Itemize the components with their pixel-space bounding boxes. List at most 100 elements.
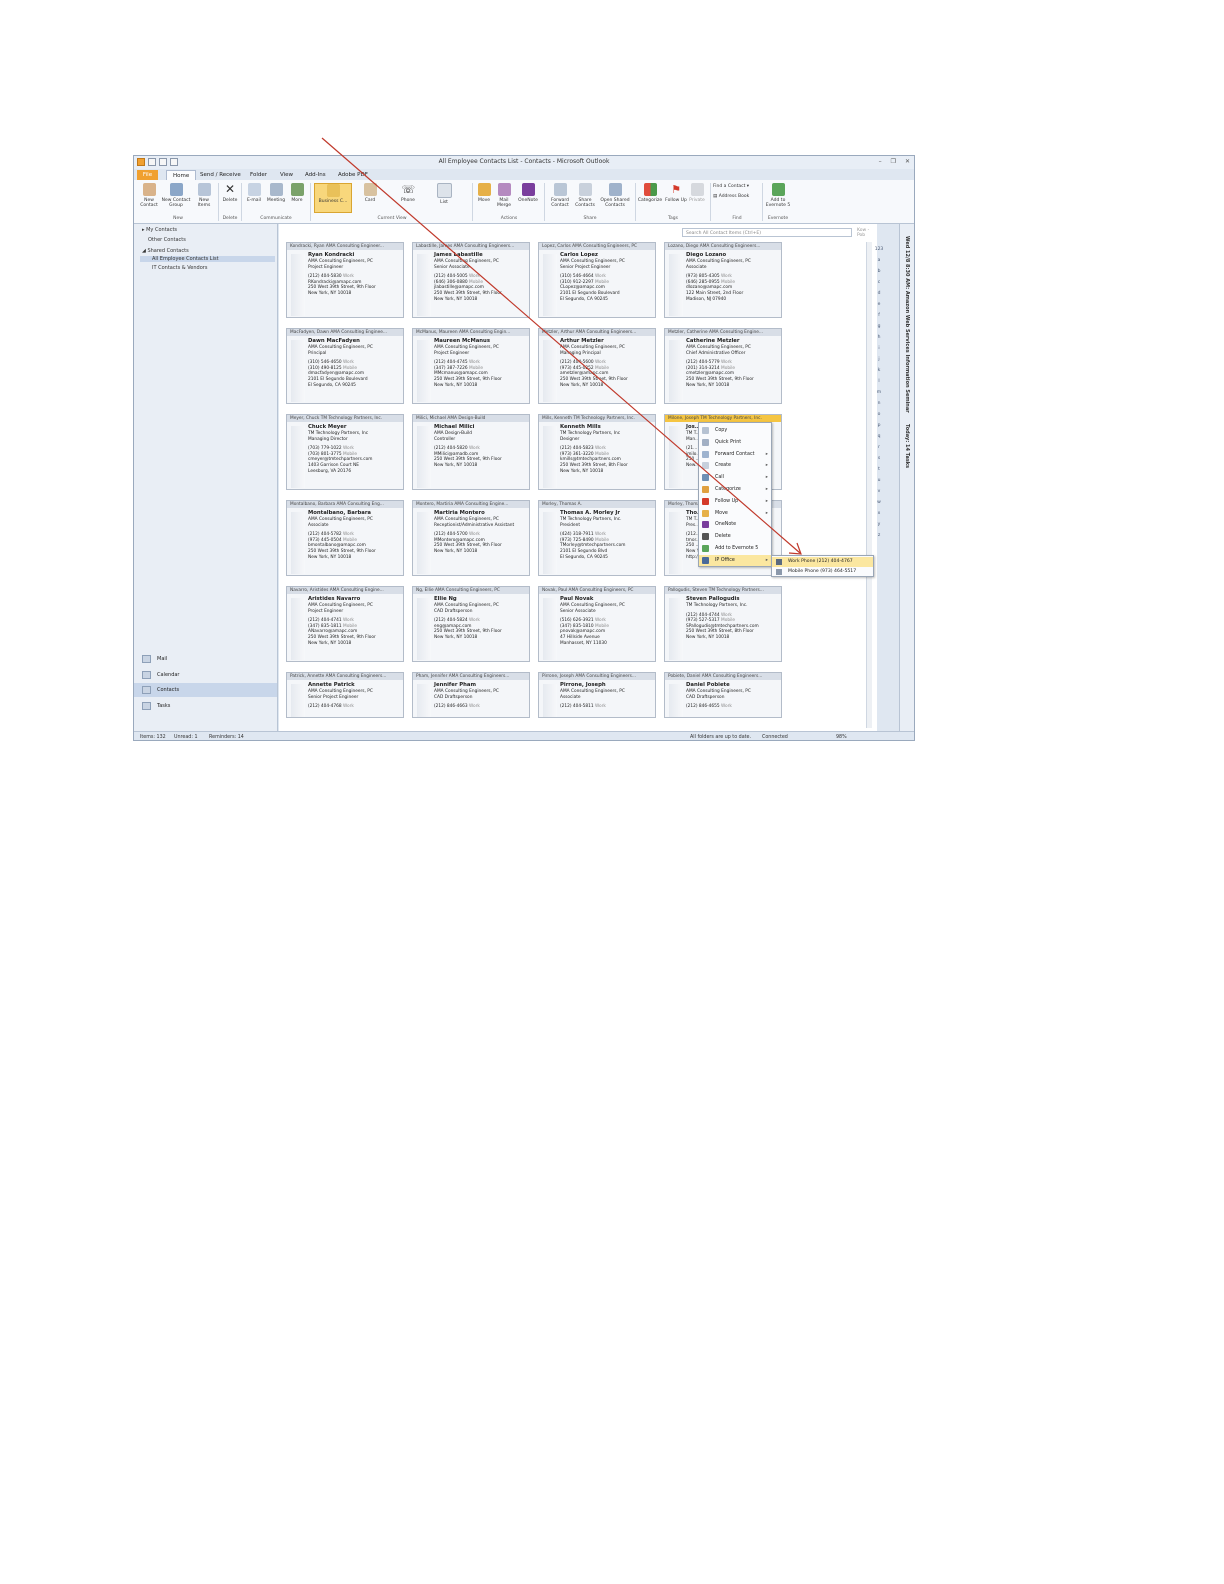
context-menu-quick-print[interactable]: Quick Print: [699, 437, 771, 448]
alpha-index-letter[interactable]: d: [872, 288, 886, 299]
alpha-index-letter[interactable]: n: [872, 398, 886, 409]
onenote-button[interactable]: OneNote: [516, 183, 540, 203]
alpha-index-letter[interactable]: l: [872, 376, 886, 387]
context-menu-delete[interactable]: Delete: [699, 531, 771, 542]
delete-button[interactable]: ✕ Delete: [221, 183, 239, 204]
context-menu-add-to-evernote[interactable]: Add to Evernote 5: [699, 543, 771, 554]
contact-card[interactable]: Labastille, James AMA Consulting Enginee…: [412, 242, 530, 318]
open-shared-contacts-button[interactable]: Open Shared Contacts: [598, 183, 632, 208]
alpha-index-letter[interactable]: w: [872, 497, 886, 508]
contact-card[interactable]: McManus, Maureen AMA Consulting Engin...…: [412, 328, 530, 404]
context-menu-move[interactable]: Move ▸: [699, 508, 771, 519]
alpha-index-letter[interactable]: f: [872, 310, 886, 321]
submenu-work-phone[interactable]: Work Phone (212) 404-4767: [772, 557, 873, 567]
card-view-button[interactable]: Card: [356, 183, 384, 203]
alpha-index-letter[interactable]: q: [872, 431, 886, 442]
alpha-index-letter[interactable]: c: [872, 277, 886, 288]
alpha-index-letter[interactable]: m: [872, 387, 886, 398]
contact-card[interactable]: Lopez, Carlos AMA Consulting Engineers, …: [538, 242, 656, 318]
alpha-index-letter[interactable]: y: [872, 519, 886, 530]
new-contact-button[interactable]: New Contact: [139, 183, 159, 208]
contact-card[interactable]: Montero, Martiria AMA Consulting Engine.…: [412, 500, 530, 576]
contact-card[interactable]: Patrick, Annette AMA Consulting Engineer…: [286, 672, 404, 718]
find-contact-box[interactable]: Find a Contact ▾: [713, 184, 759, 189]
mail-merge-button[interactable]: Mail Merge: [495, 183, 513, 208]
tab-view[interactable]: View: [274, 170, 299, 180]
contact-card[interactable]: Metzler, Catherine AMA Consulting Engine…: [664, 328, 782, 404]
new-contact-group-button[interactable]: New Contact Group: [161, 183, 191, 208]
alpha-index-letter[interactable]: o: [872, 409, 886, 420]
alpha-index-letter[interactable]: b: [872, 266, 886, 277]
todo-tasks[interactable]: Today: 14 Tasks: [904, 424, 910, 468]
contact-card[interactable]: MacFadyen, Dawn AMA Consulting Enginee..…: [286, 328, 404, 404]
email-button[interactable]: E-mail: [244, 183, 264, 203]
context-menu-categorize[interactable]: Categorize ▸: [699, 484, 771, 495]
close-icon[interactable]: ✕: [905, 158, 910, 165]
private-button[interactable]: Private: [688, 183, 706, 203]
submenu-mobile-phone[interactable]: Mobile Phone (973) 464-5517: [772, 567, 873, 577]
status-zoom[interactable]: 98%: [836, 732, 847, 740]
share-contacts-button[interactable]: Share Contacts: [574, 183, 596, 208]
context-menu-copy[interactable]: Copy: [699, 425, 771, 436]
context-menu-call[interactable]: Call ▸: [699, 472, 771, 483]
list-view-button[interactable]: List: [430, 183, 458, 205]
context-menu-follow-up[interactable]: Follow Up ▸: [699, 496, 771, 507]
new-items-button[interactable]: New Items: [194, 183, 214, 208]
tab-file[interactable]: File: [137, 170, 158, 180]
alpha-index-letter[interactable]: t: [872, 464, 886, 475]
my-contacts-header[interactable]: ▸ My Contacts: [142, 227, 177, 233]
contact-card[interactable]: Lozano, Diego AMA Consulting Engineers..…: [664, 242, 782, 318]
other-contacts[interactable]: Other Contacts: [148, 237, 186, 243]
alpha-index-letter[interactable]: v: [872, 486, 886, 497]
folder-all-employee-contacts[interactable]: All Employee Contacts List: [140, 256, 275, 262]
contact-card[interactable]: Mills, Kenneth TM Technology Partners, I…: [538, 414, 656, 490]
add-to-evernote-button[interactable]: Add to Evernote 5: [764, 183, 792, 208]
context-menu-onenote[interactable]: OneNote: [699, 519, 771, 530]
alpha-index-letter[interactable]: r: [872, 442, 886, 453]
alpha-index-letter[interactable]: k: [872, 365, 886, 376]
tab-folder[interactable]: Folder: [244, 170, 273, 180]
tab-send-receive[interactable]: Send / Receive: [194, 170, 247, 180]
follow-up-button[interactable]: ⚑ Follow Up: [665, 183, 687, 203]
contact-card[interactable]: Pallogudis, Steven TM Technology Partner…: [664, 586, 782, 662]
contact-card[interactable]: Milici, Michael AMA Design-Build Michael …: [412, 414, 530, 490]
contact-card[interactable]: Novak, Paul AMA Consulting Engineers, PC…: [538, 586, 656, 662]
alpha-index-letter[interactable]: i: [872, 343, 886, 354]
alpha-index-letter[interactable]: z: [872, 530, 886, 541]
restore-icon[interactable]: ❐: [891, 158, 896, 165]
contact-card[interactable]: Meyer, Chuck TM Technology Partners, Inc…: [286, 414, 404, 490]
contact-card[interactable]: Pobiete, Daniel AMA Consulting Engineers…: [664, 672, 782, 718]
alpha-index-letter[interactable]: a: [872, 255, 886, 266]
contact-card[interactable]: Pham, Jennifer AMA Consulting Engineers.…: [412, 672, 530, 718]
forward-contact-button[interactable]: Forward Contact: [547, 183, 573, 208]
folder-it-contacts-vendors[interactable]: IT Contacts & Vendors: [152, 265, 207, 271]
move-button[interactable]: Move: [475, 183, 493, 203]
context-menu-ip-office[interactable]: IP Office ▸: [699, 554, 771, 566]
contact-card[interactable]: Pirrone, Joseph AMA Consulting Engineers…: [538, 672, 656, 718]
status-reminders[interactable]: Reminders: 14: [209, 732, 244, 740]
minimize-icon[interactable]: –: [879, 158, 882, 165]
nav-mail[interactable]: Mail: [134, 652, 277, 666]
alpha-index-letter[interactable]: p: [872, 420, 886, 431]
contact-card[interactable]: Kondracki, Ryan AMA Consulting Engineer.…: [286, 242, 404, 318]
address-book-button[interactable]: ▤ Address Book: [713, 194, 763, 199]
contact-card[interactable]: Ng, Ellie AMA Consulting Engineers, PC El…: [412, 586, 530, 662]
search-input[interactable]: Search All Contact Items (Ctrl+E): [682, 228, 852, 237]
shared-contacts-header[interactable]: ◢ Shared Contacts: [142, 248, 189, 254]
context-menu-forward-contact[interactable]: Forward Contact ▸: [699, 449, 771, 460]
nav-calendar[interactable]: Calendar: [134, 668, 277, 682]
nav-tasks[interactable]: Tasks: [134, 699, 277, 713]
contact-card[interactable]: Metzler, Arthur AMA Consulting Engineers…: [538, 328, 656, 404]
alpha-index-letter[interactable]: e: [872, 299, 886, 310]
contact-card[interactable]: Montalbano, Barbara AMA Consulting Eng..…: [286, 500, 404, 576]
tab-adobe-pdf[interactable]: Adobe PDF: [332, 170, 374, 180]
alpha-index-letter[interactable]: h: [872, 332, 886, 343]
categorize-button[interactable]: Categorize: [637, 183, 663, 203]
more-button[interactable]: More: [288, 183, 306, 203]
tab-add-ins[interactable]: Add-Ins: [299, 170, 332, 180]
business-card-view-button[interactable]: Business C...: [314, 183, 352, 213]
tab-home[interactable]: Home: [166, 170, 197, 180]
alpha-index-letter[interactable]: s: [872, 453, 886, 464]
alpha-index-letter[interactable]: 123: [872, 244, 886, 255]
alpha-index-letter[interactable]: x: [872, 508, 886, 519]
